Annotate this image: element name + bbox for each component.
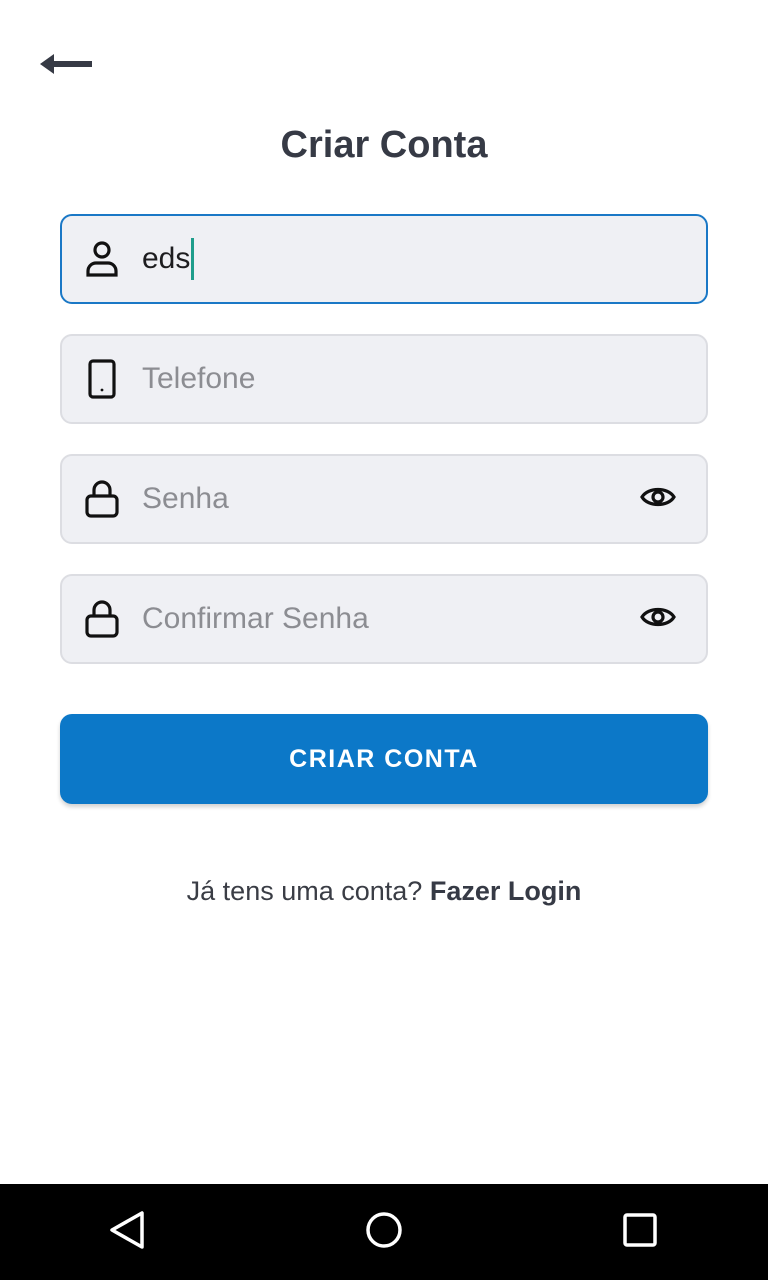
- phone-input[interactable]: [142, 349, 706, 409]
- confirm-password-field[interactable]: [60, 574, 708, 664]
- login-prompt: Já tens uma conta? Fazer Login: [0, 876, 768, 907]
- password-input[interactable]: [142, 469, 638, 529]
- nav-recents-button[interactable]: [595, 1187, 685, 1277]
- nav-back-button[interactable]: [83, 1187, 173, 1277]
- smartphone-icon: [84, 359, 120, 399]
- page-title: Criar Conta: [280, 124, 488, 166]
- eye-icon: [640, 484, 676, 515]
- create-account-button[interactable]: CRIAR CONTA: [60, 714, 708, 804]
- phone-field[interactable]: [60, 334, 708, 424]
- back-button[interactable]: [38, 48, 98, 84]
- confirm-password-input[interactable]: [142, 589, 638, 649]
- name-input[interactable]: eds: [142, 238, 195, 280]
- person-icon: [84, 241, 120, 277]
- arrow-left-icon: [38, 51, 92, 82]
- square-recents-icon: [622, 1212, 658, 1253]
- login-question: Já tens uma conta?: [186, 876, 423, 906]
- circle-home-icon: [364, 1210, 404, 1255]
- lock-icon: [84, 480, 120, 518]
- show-password-button[interactable]: [638, 479, 678, 519]
- system-navigation-bar: [0, 1184, 768, 1280]
- name-field[interactable]: eds: [60, 214, 708, 304]
- eye-icon: [640, 604, 676, 635]
- name-input-value: eds: [142, 242, 191, 275]
- text-caret: [191, 238, 195, 280]
- triangle-back-icon: [108, 1210, 148, 1255]
- show-confirm-password-button[interactable]: [638, 599, 678, 639]
- lock-icon: [84, 600, 120, 638]
- login-link[interactable]: Fazer Login: [430, 876, 582, 906]
- nav-home-button[interactable]: [339, 1187, 429, 1277]
- password-field[interactable]: [60, 454, 708, 544]
